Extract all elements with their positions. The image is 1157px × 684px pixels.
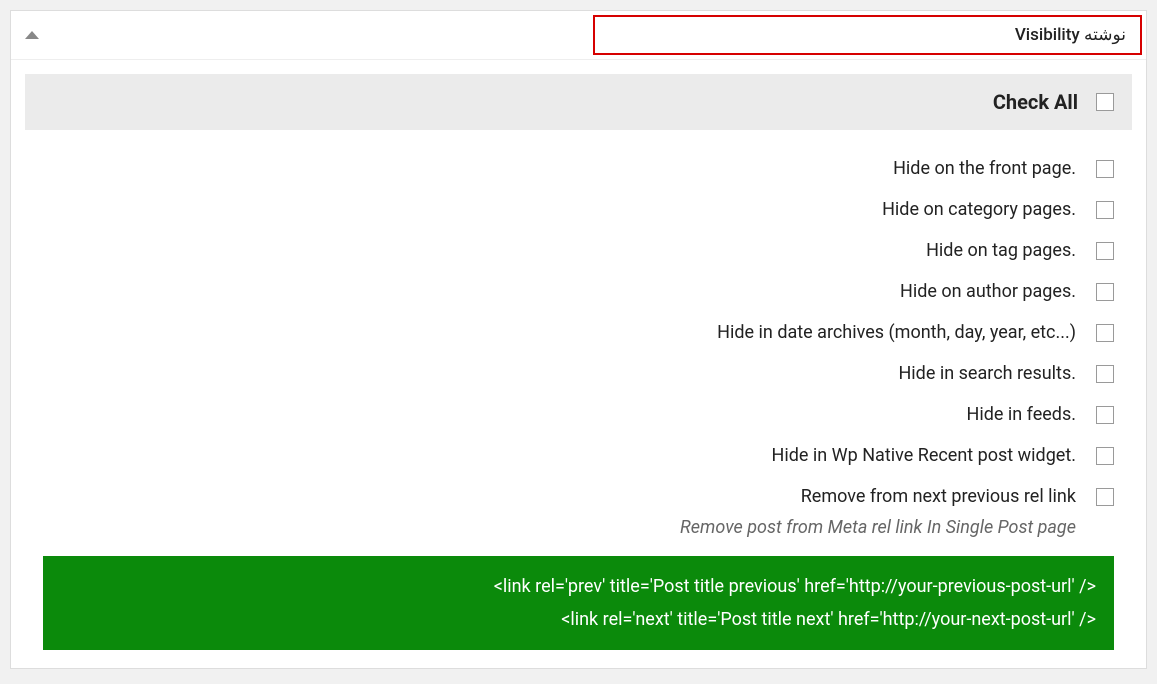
option-label: .Hide on category pages	[882, 199, 1076, 220]
code-line-next: </ 'link rel='next' title='Post title ne…	[61, 603, 1096, 636]
option-checkbox-author[interactable]	[1096, 283, 1114, 301]
option-label: .Hide in feeds	[967, 404, 1077, 425]
code-block: </ 'link rel='prev' title='Post title pr…	[43, 556, 1114, 650]
code-line-prev: </ 'link rel='prev' title='Post title pr…	[61, 570, 1096, 603]
visibility-metabox: نوشته Visibility Check All .Hide on the …	[10, 10, 1147, 669]
option-checkbox-recent-posts[interactable]	[1096, 447, 1114, 465]
option-row: (...Hide in date archives (month, day, y…	[43, 312, 1114, 353]
option-checkbox-tag[interactable]	[1096, 242, 1114, 260]
option-label: .Hide in search results	[898, 363, 1076, 384]
option-row: .Hide on author pages	[43, 271, 1114, 312]
check-all-checkbox[interactable]	[1096, 93, 1114, 111]
check-all-row: Check All	[25, 74, 1132, 130]
option-row: .Hide on the front page	[43, 148, 1114, 189]
option-description: Remove post from Meta rel link In Single…	[43, 517, 1076, 548]
option-row: .Hide on tag pages	[43, 230, 1114, 271]
option-label: .Hide on the front page	[893, 158, 1076, 179]
option-label: (...Hide in date archives (month, day, y…	[717, 322, 1076, 343]
option-checkbox-category[interactable]	[1096, 201, 1114, 219]
option-label: Remove from next previous rel link	[801, 486, 1076, 507]
option-row: Remove from next previous rel link	[43, 476, 1114, 517]
collapse-icon[interactable]	[25, 31, 39, 39]
option-row: .Hide on category pages	[43, 189, 1114, 230]
option-label: .Hide in Wp Native Recent post widget	[772, 445, 1076, 466]
option-checkbox-feeds[interactable]	[1096, 406, 1114, 424]
options-list: .Hide on the front page .Hide on categor…	[25, 144, 1132, 552]
option-checkbox-date-archives[interactable]	[1096, 324, 1114, 342]
option-row: .Hide in feeds	[43, 394, 1114, 435]
check-all-label: Check All	[993, 90, 1078, 114]
option-checkbox-rel-link[interactable]	[1096, 488, 1114, 506]
option-checkbox-front-page[interactable]	[1096, 160, 1114, 178]
option-row: .Hide in search results	[43, 353, 1114, 394]
option-row: .Hide in Wp Native Recent post widget	[43, 435, 1114, 476]
metabox-header: نوشته Visibility	[11, 11, 1146, 60]
option-checkbox-search[interactable]	[1096, 365, 1114, 383]
option-label: .Hide on author pages	[900, 281, 1076, 302]
metabox-body: Check All .Hide on the front page .Hide …	[11, 60, 1146, 668]
option-label: .Hide on tag pages	[926, 240, 1076, 261]
metabox-title: نوشته Visibility	[593, 15, 1142, 55]
